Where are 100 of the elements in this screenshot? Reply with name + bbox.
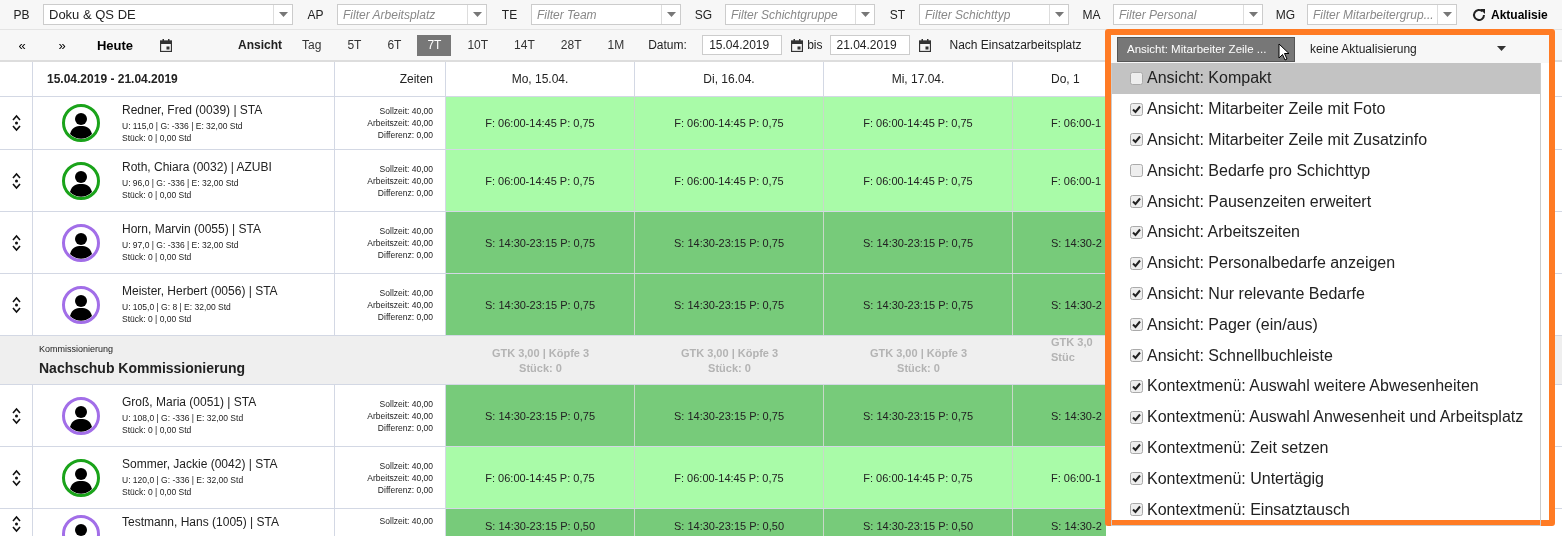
today-button[interactable]: Heute [90, 37, 140, 53]
expand-icon[interactable] [11, 468, 21, 487]
shift-cell[interactable]: F: 06:00-1 [1013, 447, 1106, 508]
checkbox[interactable] [1130, 133, 1143, 147]
view-option[interactable]: Ansicht: Mitarbeiter Zeile mit Foto [1112, 93, 1540, 125]
shift-cell[interactable]: S: 14:30-23:15 P: 0,50 [635, 509, 824, 536]
shift-cell[interactable]: S: 14:30-23:15 P: 0,75 [446, 212, 635, 273]
checkbox[interactable] [1130, 503, 1143, 517]
view-option[interactable]: Ansicht: Nur relevante Bedarfe [1112, 278, 1540, 310]
employee-info: Stück: 0 | 0,00 Std [122, 486, 193, 498]
date-field[interactable]: 21.04.2019 [829, 35, 910, 55]
expand-icon[interactable] [11, 406, 21, 425]
shift-cell[interactable]: S: 14:30-23:15 P: 0,75 [824, 385, 1013, 446]
view-option[interactable]: Kontextmenü: Auswahl Anwesenheit und Arbeitsplatz [1112, 401, 1540, 433]
checkbox[interactable] [1130, 71, 1143, 85]
checkbox[interactable] [1130, 164, 1143, 178]
view-option[interactable]: Kontextmenü: Einsatztausch [1112, 494, 1540, 525]
checkbox[interactable] [1130, 195, 1143, 209]
shift-cell[interactable]: F: 06:00-1 [1013, 150, 1106, 211]
view-select-button[interactable]: Ansicht: Mitarbeiter Zeile ... [1117, 36, 1295, 62]
refresh-interval-select[interactable]: keine Aktualisierung [1310, 42, 1506, 56]
calendar-icon[interactable] [160, 38, 172, 52]
filter-select[interactable]: Filter Mitarbeitergrup... [1307, 4, 1457, 25]
view-option[interactable]: Kontextmenü: Untertägig [1112, 463, 1540, 495]
shift-cell[interactable]: S: 14:30-23:15 P: 0,75 [635, 212, 824, 273]
shift-cell[interactable]: F: 06:00-1 [1013, 97, 1106, 149]
shift-cell[interactable]: S: 14:30-2 [1013, 274, 1106, 335]
shift-cell[interactable]: F: 06:00-14:45 P: 0,75 [824, 97, 1013, 149]
checkbox[interactable] [1130, 256, 1143, 270]
date-field[interactable]: 15.04.2019 [702, 35, 783, 55]
shift-cell[interactable]: F: 06:00-14:45 P: 0,75 [446, 447, 635, 508]
shift-cell[interactable]: S: 14:30-23:15 P: 0,75 [635, 385, 824, 446]
filter-select[interactable]: Filter Personal [1113, 4, 1263, 25]
shift-cell[interactable]: S: 14:30-2 [1013, 509, 1106, 536]
calendar-icon[interactable] [918, 38, 931, 52]
shift-cell[interactable]: F: 06:00-14:45 P: 0,75 [824, 447, 1013, 508]
expand-icon[interactable] [11, 515, 21, 533]
shift-cell[interactable]: F: 06:00-14:45 P: 0,75 [635, 150, 824, 211]
checkbox[interactable] [1130, 472, 1143, 486]
shift-cell[interactable]: S: 14:30-2 [1013, 212, 1106, 273]
range-tab[interactable]: 1M [597, 34, 635, 56]
view-option[interactable]: Ansicht: Mitarbeiter Zeile mit Zusatzinfo [1112, 124, 1540, 156]
range-tab[interactable]: 5T [337, 34, 372, 56]
view-option[interactable]: Kontextmenü: Auswahl weitere Abwesenheiten [1112, 370, 1540, 402]
expand-icon[interactable] [11, 233, 21, 252]
time-summary: Differenz: 0,00 [377, 483, 433, 496]
view-option[interactable]: Ansicht: Personalbedarfe anzeigen [1112, 247, 1540, 279]
range-tab[interactable]: Tag [292, 34, 332, 56]
filter-select[interactable]: Filter Schichtgruppe [725, 4, 875, 25]
time-summary: Differenz: 0,00 [377, 186, 433, 199]
range-tab[interactable]: 7T [417, 34, 452, 56]
shift-cell[interactable]: S: 14:30-23:15 P: 0,50 [824, 509, 1013, 536]
view-option[interactable]: Ansicht: Pager (ein/aus) [1112, 309, 1540, 341]
range-tab[interactable]: 28T [550, 34, 592, 56]
employee-name: Roth, Chiara (0032) | AZUBI [122, 160, 272, 174]
shift-cell[interactable]: S: 14:30-23:15 P: 0,50 [446, 509, 635, 536]
filter-select[interactable]: Filter Team [531, 4, 681, 25]
shift-cell[interactable]: F: 06:00-14:45 P: 0,75 [446, 150, 635, 211]
filter-select[interactable]: Filter Schichttyp [919, 4, 1069, 25]
checkbox[interactable] [1130, 410, 1143, 424]
checkbox[interactable] [1130, 441, 1143, 455]
employee-name: Redner, Fred (0039) | STA [122, 102, 263, 117]
shift-cell[interactable]: S: 14:30-23:15 P: 0,75 [446, 385, 635, 446]
filter-select[interactable]: Doku & QS DE [43, 4, 293, 25]
shift-cell[interactable]: F: 06:00-14:45 P: 0,75 [446, 97, 635, 149]
shift-cell[interactable]: S: 14:30-2 [1013, 385, 1106, 446]
employee-info: U: 115,0 | G: -336 | E: 32,00 Std [122, 119, 244, 132]
view-option[interactable]: Ansicht: Schnellbuchleiste [1112, 340, 1540, 371]
shift-cell[interactable]: F: 06:00-14:45 P: 0,75 [635, 97, 824, 149]
expand-icon[interactable] [11, 295, 21, 314]
range-tab[interactable]: 14T [504, 34, 545, 56]
range-tab[interactable]: 6T [377, 34, 412, 56]
shift-cell[interactable]: S: 14:30-23:15 P: 0,75 [824, 212, 1013, 273]
expand-icon[interactable] [11, 171, 21, 190]
view-option[interactable]: Ansicht: Kompakt [1112, 63, 1540, 94]
shift-cell[interactable]: F: 06:00-14:45 P: 0,75 [635, 447, 824, 508]
employee-name: Testmann, Hans (1005) | STA [122, 515, 279, 529]
checkbox[interactable] [1130, 349, 1143, 363]
range-tab[interactable]: 10T [457, 34, 499, 56]
checkbox[interactable] [1130, 102, 1143, 116]
view-option[interactable]: Ansicht: Pausenzeiten erweitert [1112, 186, 1540, 217]
shift-cell[interactable]: S: 14:30-23:15 P: 0,75 [824, 274, 1013, 335]
piece-count: Stüc [1051, 351, 1075, 363]
view-option[interactable]: Kontextmenü: Zeit setzen [1112, 432, 1540, 464]
view-option[interactable]: Ansicht: Arbeitszeiten [1112, 217, 1540, 248]
shift-cell[interactable]: S: 14:30-23:15 P: 0,75 [446, 274, 635, 335]
checkbox[interactable] [1130, 379, 1143, 393]
view-option[interactable]: Ansicht: Bedarfe pro Schichttyp [1112, 155, 1540, 187]
checkbox[interactable] [1130, 225, 1143, 239]
checkbox[interactable] [1130, 287, 1143, 301]
checkbox[interactable] [1130, 318, 1143, 332]
filter-select[interactable]: Filter Arbeitsplatz [337, 4, 487, 25]
previous-button[interactable]: « [2, 37, 42, 53]
employee-info: U: 96,0 | G: -336 | E: 32,00 Std [122, 177, 240, 189]
refresh-button[interactable]: Aktualisie [1472, 7, 1548, 22]
calendar-icon[interactable] [791, 38, 804, 52]
next-button[interactable]: » [42, 37, 82, 53]
shift-cell[interactable]: F: 06:00-14:45 P: 0,75 [824, 150, 1013, 211]
expand-icon[interactable] [11, 114, 21, 132]
shift-cell[interactable]: S: 14:30-23:15 P: 0,75 [635, 274, 824, 335]
